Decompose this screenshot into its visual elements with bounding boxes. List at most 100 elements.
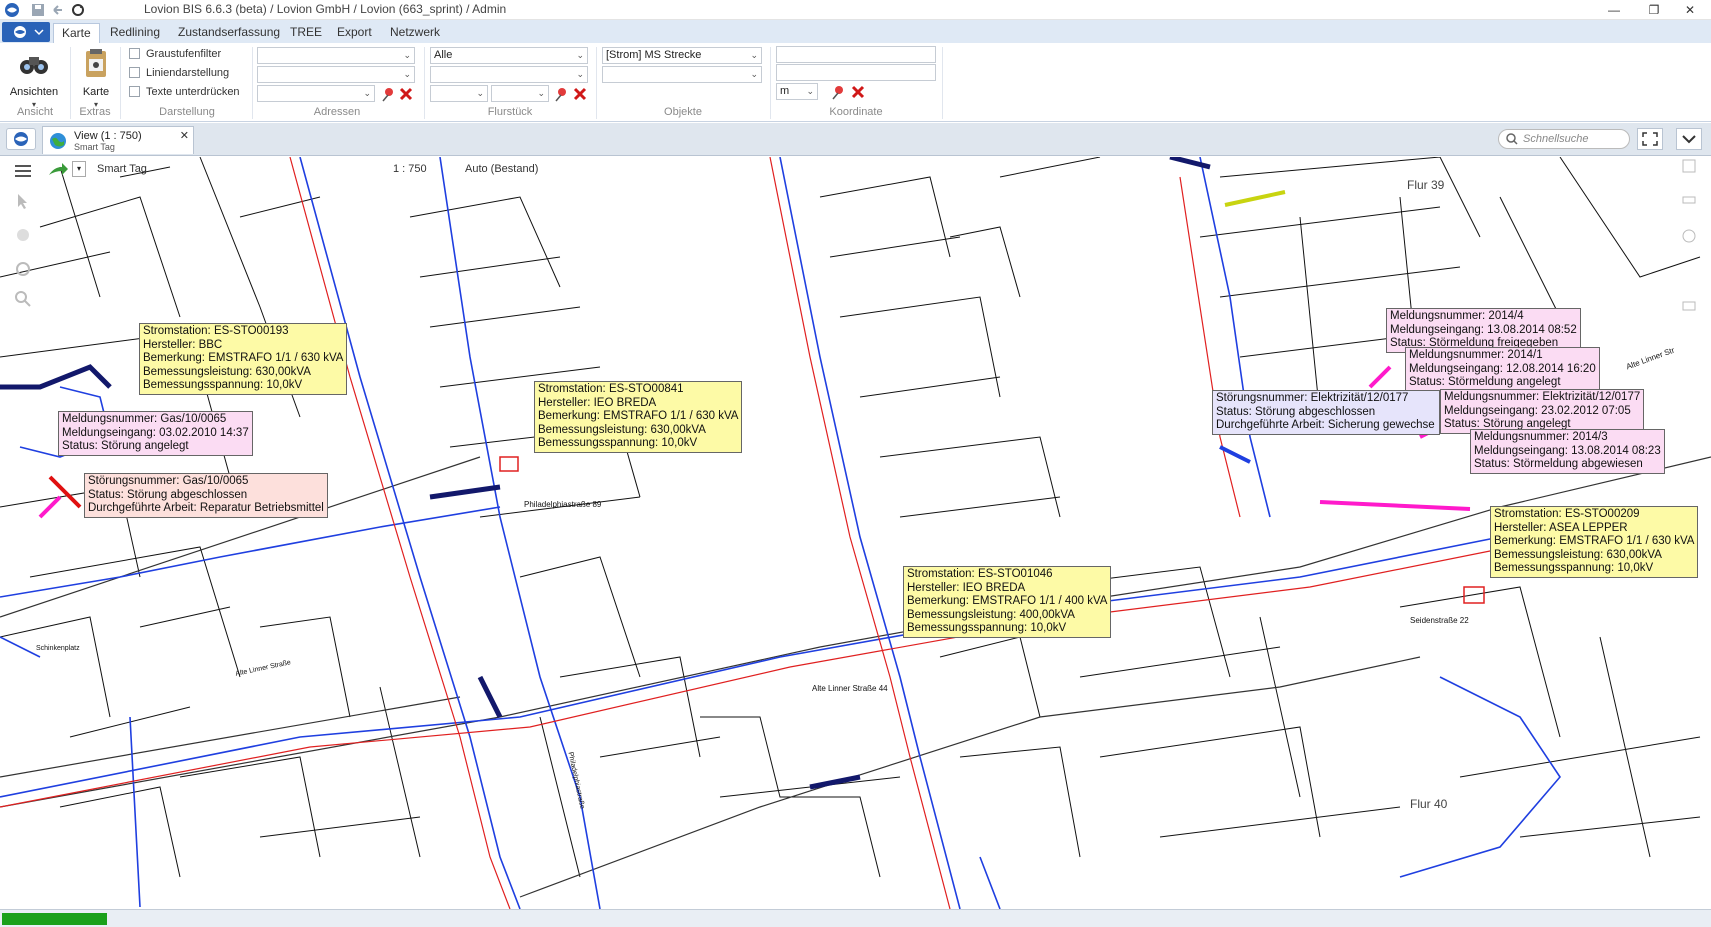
application-menu-button[interactable] bbox=[2, 22, 50, 42]
koordinate-x-input[interactable] bbox=[776, 46, 936, 63]
flurstueck-combo-flur[interactable]: ⌄ bbox=[430, 66, 588, 83]
objekte-combo-typ[interactable]: [Strom] MS Strecke ⌄ bbox=[602, 47, 762, 64]
group-separator bbox=[770, 47, 771, 119]
tab-redlining[interactable]: Redlining bbox=[102, 23, 168, 43]
chevron-down-icon: ⌄ bbox=[403, 50, 411, 60]
flurstueck-combo-zaehler[interactable]: ⌄ bbox=[430, 85, 488, 102]
callout-line: Durchgeführte Arbeit: Sicherung gewechse bbox=[1216, 419, 1435, 432]
chevron-down-icon[interactable]: ▾ bbox=[72, 161, 86, 177]
adressen-combo-1[interactable]: ⌄ bbox=[257, 47, 415, 64]
koordinate-y-input[interactable] bbox=[776, 64, 936, 81]
callout-line: Hersteller: ASEA LEPPER bbox=[1494, 521, 1628, 534]
info-tool-icon[interactable] bbox=[1680, 227, 1698, 248]
callout-m2014_1[interactable]: Meldungsnummer: 2014/1 Meldungseingang: 1… bbox=[1405, 347, 1600, 392]
adressen-combo-3[interactable]: ⌄ bbox=[257, 85, 375, 102]
window-title: Lovion BIS 6.6.3 (beta) / Lovion GmbH / … bbox=[144, 2, 507, 16]
tab-zustandserfassung[interactable]: Zustandserfassung bbox=[170, 23, 288, 43]
status-bar bbox=[0, 909, 1711, 927]
measure-tool-icon[interactable] bbox=[1680, 191, 1698, 212]
callout-line: Meldungseingang: 12.08.2014 16:20 bbox=[1409, 362, 1596, 375]
tab-karte[interactable]: Karte bbox=[53, 23, 100, 43]
tab-tree[interactable]: TREE bbox=[282, 23, 330, 43]
checkbox-box[interactable] bbox=[129, 86, 140, 97]
chevron-down-icon: ⌄ bbox=[750, 50, 758, 60]
smart-tag-label: Smart Tag bbox=[97, 163, 147, 175]
checkbox-graustufenfilter[interactable]: Graustufenfilter bbox=[129, 48, 221, 64]
view-document-tab[interactable]: View (1 : 750) Smart Tag ✕ bbox=[42, 126, 194, 154]
checkbox-box[interactable] bbox=[129, 67, 140, 78]
flurstueck-combo-nenner[interactable]: ⌄ bbox=[491, 85, 549, 102]
ansichten-button[interactable]: Ansichten ▾ bbox=[8, 47, 60, 110]
objekte-combo-nummer[interactable]: ⌄ bbox=[602, 66, 762, 83]
callout-line: Hersteller: IEO BREDA bbox=[538, 396, 657, 409]
checkbox-liniendarstellung[interactable]: Liniendarstellung bbox=[129, 67, 229, 83]
clear-x-icon[interactable] bbox=[572, 86, 588, 102]
karte-button[interactable]: Karte ▾ bbox=[76, 47, 116, 110]
chevron-down-icon[interactable] bbox=[1676, 128, 1702, 150]
callout-sto00193[interactable]: Stromstation: ES-STO00193 Hersteller: BBC… bbox=[139, 323, 348, 395]
cable-lines-red bbox=[0, 157, 1611, 909]
pick-pin-icon[interactable] bbox=[380, 86, 396, 102]
adressen-combo-2[interactable]: ⌄ bbox=[257, 66, 415, 83]
right-tool-column bbox=[1672, 157, 1706, 457]
callout-sto00209[interactable]: Stromstation: ES-STO00209 Hersteller: ASE… bbox=[1490, 506, 1699, 578]
checkbox-texte-unterdruecken[interactable]: Texte unterdrücken bbox=[129, 86, 240, 102]
callout-line: Bemessungsspannung: 10,0kV bbox=[907, 622, 1067, 635]
group-label-ansicht: Ansicht bbox=[16, 106, 54, 118]
callout-line: Meldungsnummer: Gas/10/0065 bbox=[62, 413, 227, 425]
callout-el0177a[interactable]: Störungsnummer: Elektrizität/12/0177 Stat… bbox=[1212, 390, 1440, 435]
flurstueck-combo-gemarkung[interactable]: Alle ⌄ bbox=[430, 47, 588, 64]
callout-gas0065b[interactable]: Störungsnummer: Gas/10/0065 Status: Störu… bbox=[84, 473, 328, 518]
maximize-button[interactable]: ❐ bbox=[1634, 0, 1674, 20]
save-icon[interactable] bbox=[30, 2, 46, 18]
layer-tool-icon[interactable] bbox=[1680, 157, 1698, 178]
undo-icon[interactable] bbox=[50, 2, 66, 18]
callout-line: Status: Störung abgeschlossen bbox=[88, 488, 248, 501]
callout-m2014_3[interactable]: Meldungsnummer: 2014/3 Meldungseingang: 1… bbox=[1470, 429, 1665, 474]
pick-pin-icon[interactable] bbox=[553, 86, 569, 102]
callout-sto00841[interactable]: Stromstation: ES-STO00841 Hersteller: IEO… bbox=[534, 381, 743, 453]
quick-search-input[interactable]: Schnellsuche bbox=[1498, 129, 1630, 149]
clear-x-icon[interactable] bbox=[398, 86, 414, 102]
clipboard-printer-icon bbox=[86, 49, 106, 77]
callout-line: Störungsnummer: Gas/10/0065 bbox=[88, 475, 249, 487]
map-scale-label: 1 : 750 bbox=[393, 163, 427, 175]
tab-netzwerk[interactable]: Netzwerk bbox=[382, 23, 448, 43]
progress-bar bbox=[2, 913, 107, 925]
ribbon-tab-strip: Karte Redlining Zustandserfassung TREE E… bbox=[0, 20, 1711, 43]
callout-gas0065a[interactable]: Meldungsnummer: Gas/10/0065 Meldungseinga… bbox=[58, 411, 253, 456]
callout-el0177b[interactable]: Meldungsnummer: Elektrizität/12/0177 Meld… bbox=[1440, 389, 1645, 434]
clear-x-icon[interactable] bbox=[850, 84, 866, 100]
chevron-down-icon: ⌄ bbox=[403, 69, 411, 79]
tab-export[interactable]: Export bbox=[329, 23, 380, 43]
pick-pin-icon[interactable] bbox=[830, 84, 846, 100]
close-tab-icon[interactable]: ✕ bbox=[180, 129, 189, 142]
map-mode-label: Auto (Bestand) bbox=[465, 163, 539, 175]
callout-line: Meldungsnummer: 2014/1 bbox=[1409, 349, 1543, 361]
zoom-tool-icon[interactable] bbox=[13, 289, 33, 312]
koordinate-unit-combo[interactable]: m ⌄ bbox=[776, 83, 818, 100]
callout-line: Meldungseingang: 13.08.2014 08:52 bbox=[1390, 323, 1577, 336]
callout-line: Bemessungsleistung: 630,00kVA bbox=[143, 365, 311, 378]
checkbox-box[interactable] bbox=[129, 48, 140, 59]
rotate-tool-icon[interactable] bbox=[13, 259, 33, 282]
fullscreen-icon[interactable] bbox=[1637, 128, 1663, 150]
view-menu-button[interactable] bbox=[6, 128, 36, 150]
callout-line: Stromstation: ES-STO00841 bbox=[538, 383, 684, 395]
group-label-extras: Extras bbox=[79, 106, 111, 118]
pointer-tool-icon[interactable] bbox=[13, 191, 33, 214]
share-arrow-icon[interactable] bbox=[46, 161, 70, 184]
group-label-objekte: Objekte bbox=[664, 106, 702, 118]
title-bar: Lovion BIS 6.6.3 (beta) / Lovion GmbH / … bbox=[0, 0, 1711, 20]
callout-sto01046[interactable]: Stromstation: ES-STO01046 Hersteller: IEO… bbox=[903, 566, 1112, 638]
print-tool-icon[interactable] bbox=[1680, 297, 1698, 318]
minimize-button[interactable]: — bbox=[1594, 0, 1634, 20]
search-icon bbox=[1505, 131, 1519, 153]
refresh-icon[interactable] bbox=[70, 2, 86, 18]
close-window-button[interactable]: ✕ bbox=[1670, 0, 1710, 20]
flur-label: Flur 40 bbox=[1410, 797, 1448, 811]
ansichten-label: Ansichten bbox=[9, 86, 59, 98]
map-canvas[interactable]: ▾ Smart Tag 1 : 750 Auto (Bestand) Flur … bbox=[0, 157, 1711, 909]
hamburger-menu-icon[interactable] bbox=[13, 163, 33, 182]
pan-tool-icon[interactable] bbox=[13, 225, 33, 248]
